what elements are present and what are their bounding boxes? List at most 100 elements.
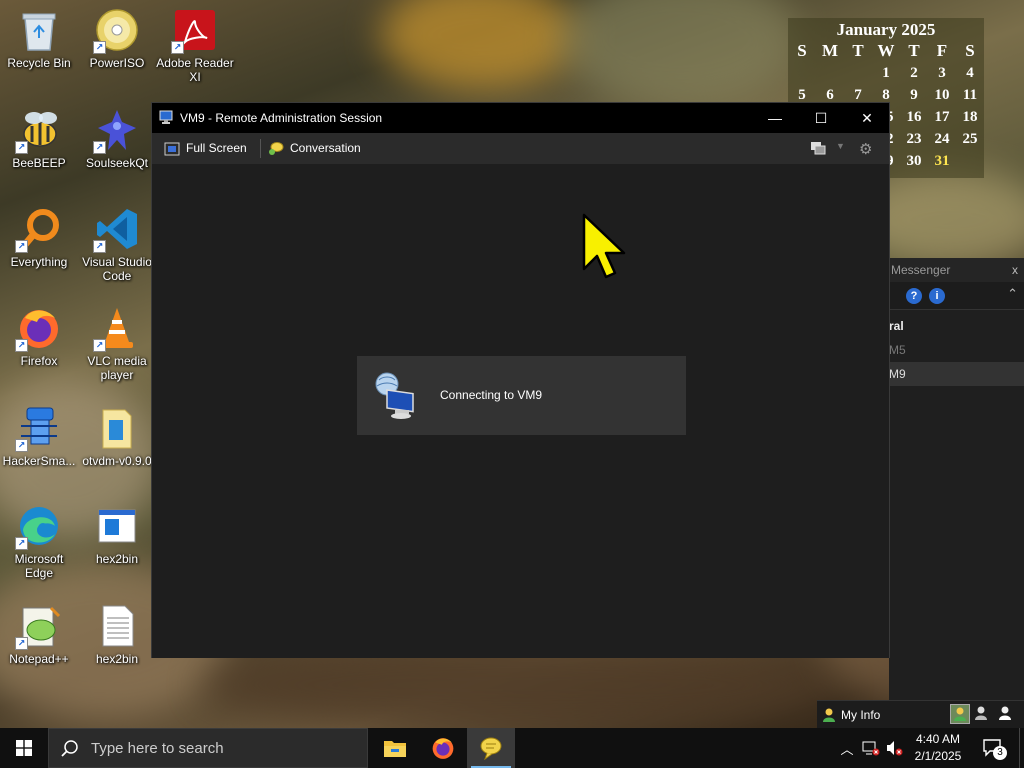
clock-time: 4:40 AM [915,732,961,746]
desktop-icon-beebeep[interactable]: ↗ BeeBEEP [0,106,78,170]
desktop-icon-firefox[interactable]: ↗ Firefox [0,304,78,368]
taskbar-messenger[interactable] [467,728,515,768]
desktop-icon-label: HackerSma... [2,454,76,468]
search-placeholder: Type here to search [91,739,224,757]
window-list-icon[interactable] [810,141,828,155]
desktop-icon-edge[interactable]: ↗ Microsoft Edge [0,502,78,580]
info-icon[interactable]: i [929,288,945,304]
network-computer-icon [375,372,414,419]
taskbar-clock[interactable]: 4:40 AM 2/1/2025 [905,728,971,768]
calendar-day: 30 [906,153,922,169]
calendar-day: 3 [938,65,946,81]
taskbar-search-box[interactable]: Type here to search [48,728,368,768]
desktop-icon-notepadpp[interactable]: ↗ Notepad++ [0,602,78,666]
desktop-icon-label: Adobe Reader XI [156,56,234,84]
desktop-icon-hex2bin-app[interactable]: hex2bin [78,502,156,566]
window-titlebar[interactable]: VM9 - Remote Administration Session — ☐ … [152,103,889,133]
desktop-icon-label: hex2bin [95,552,139,566]
desktop-icon-vlc[interactable]: ↗ VLC media player [78,304,156,382]
windows-logo-icon [16,740,32,756]
taskbar-file-explorer[interactable] [371,728,419,768]
text-file-icon [102,605,134,647]
shortcut-arrow-icon: ↗ [15,637,28,650]
desktop-icon-soulseek[interactable]: ↗ SoulseekQt [78,106,156,170]
folder-icon [102,409,132,449]
calendar-day: 4 [966,65,974,81]
desktop-icon-hex2bin-file[interactable]: hex2bin [78,602,156,666]
taskbar-firefox[interactable] [419,728,467,768]
chevron-down-icon[interactable]: ▼ [836,141,845,151]
calendar-day: 25 [962,131,978,147]
calendar-day [844,62,872,84]
shortcut-arrow-icon: ↗ [93,141,106,154]
desktop-icon-label: Visual Studio Code [82,255,152,283]
calendar-day: 23 [906,131,922,147]
desktop-icon-label: Notepad++ [9,652,69,666]
messenger-close-button[interactable]: x [1012,258,1018,282]
messenger-contact-vm9[interactable]: M9 [889,362,1024,386]
show-hidden-icons-button[interactable]: ︿ [838,728,856,768]
help-icon[interactable]: ? [906,288,922,304]
firefox-icon [432,738,454,759]
remote-session-icon [159,110,173,124]
clock-date: 2/1/2025 [914,749,962,763]
desktop-icon-label: SoulseekQt [85,156,149,170]
collapse-chevron-icon[interactable]: ⌃ [1007,286,1018,302]
desktop-icon-label: hex2bin [95,652,139,666]
start-button[interactable] [0,728,48,768]
desktop-icon-adobe-reader[interactable]: ↗ Adobe Reader XI [156,6,234,84]
calendar-day: 10 [934,87,950,103]
messenger-group-label: ral [889,319,904,333]
calendar-day: 1 [882,65,890,81]
messenger-bottom-bar: My Info [817,700,1024,728]
user-icon [823,708,835,722]
status-offline-icon[interactable] [999,706,1011,723]
taskbar: Type here to search ︿ 4:40 AM 2/1/2025 3 [0,728,1024,768]
desktop-icon-label: PowerISO [89,56,145,70]
calendar-weekday-header: W [877,41,895,60]
desktop-icon-vscode[interactable]: ↗ Visual Studio Code [78,205,156,283]
action-center-button[interactable]: 3 [976,728,1010,768]
full-screen-icon [164,142,180,155]
window-title: VM9 - Remote Administration Session [180,111,383,125]
shortcut-arrow-icon: ↗ [15,339,28,352]
calendar-day: 9 [910,87,918,103]
calendar-weekday-header: M [821,41,839,60]
connecting-status-panel: Connecting to VM9 [357,356,686,435]
desktop-icon-label: BeeBEEP [12,156,66,170]
full-screen-button[interactable]: Full Screen [164,133,247,164]
search-icon [61,740,78,757]
desktop-icon-poweriso[interactable]: ↗ PowerISO [78,6,156,70]
desktop-icon-hackersmacker[interactable]: ↗ HackerSma... [0,404,78,468]
my-info-button[interactable]: My Info [823,701,880,729]
calendar-day [956,150,984,172]
desktop-icon-recycle-bin[interactable]: Recycle Bin [0,6,78,70]
calendar-day: 31 [934,153,950,169]
status-online-icon[interactable] [950,704,970,724]
status-away-icon[interactable] [975,706,987,723]
maximize-button[interactable]: ☐ [798,103,844,133]
calendar-weekday-header: T [908,41,920,60]
show-desktop-button[interactable] [1019,728,1024,768]
shortcut-arrow-icon: ↗ [93,240,106,253]
conversation-button[interactable]: Conversation [268,133,361,164]
calendar-day: 11 [962,87,978,103]
messenger-title: Messenger [891,263,951,277]
desktop-icon-label: Recycle Bin [7,56,71,70]
close-button[interactable]: ✕ [844,103,890,133]
toolbar-separator [260,139,261,158]
notification-count-badge: 3 [993,746,1007,760]
desktop-icon-otvdm-folder[interactable]: otvdm-v0.9.0 [78,404,156,468]
shortcut-arrow-icon: ↗ [15,537,28,550]
gear-icon[interactable]: ⚙ [859,140,872,158]
network-icon[interactable] [860,728,882,768]
minimize-button[interactable]: — [752,103,798,133]
shortcut-arrow-icon: ↗ [15,240,28,253]
desktop-icon-everything[interactable]: ↗ Everything [0,205,78,269]
calendar-day: 24 [934,131,950,147]
volume-icon[interactable] [884,728,904,768]
calendar-day: 16 [906,109,922,125]
calendar-weekday-header: T [852,41,864,60]
messenger-contact-vm5[interactable]: M5 [889,338,1024,362]
remote-display-area[interactable]: Connecting to VM9 [152,164,889,658]
